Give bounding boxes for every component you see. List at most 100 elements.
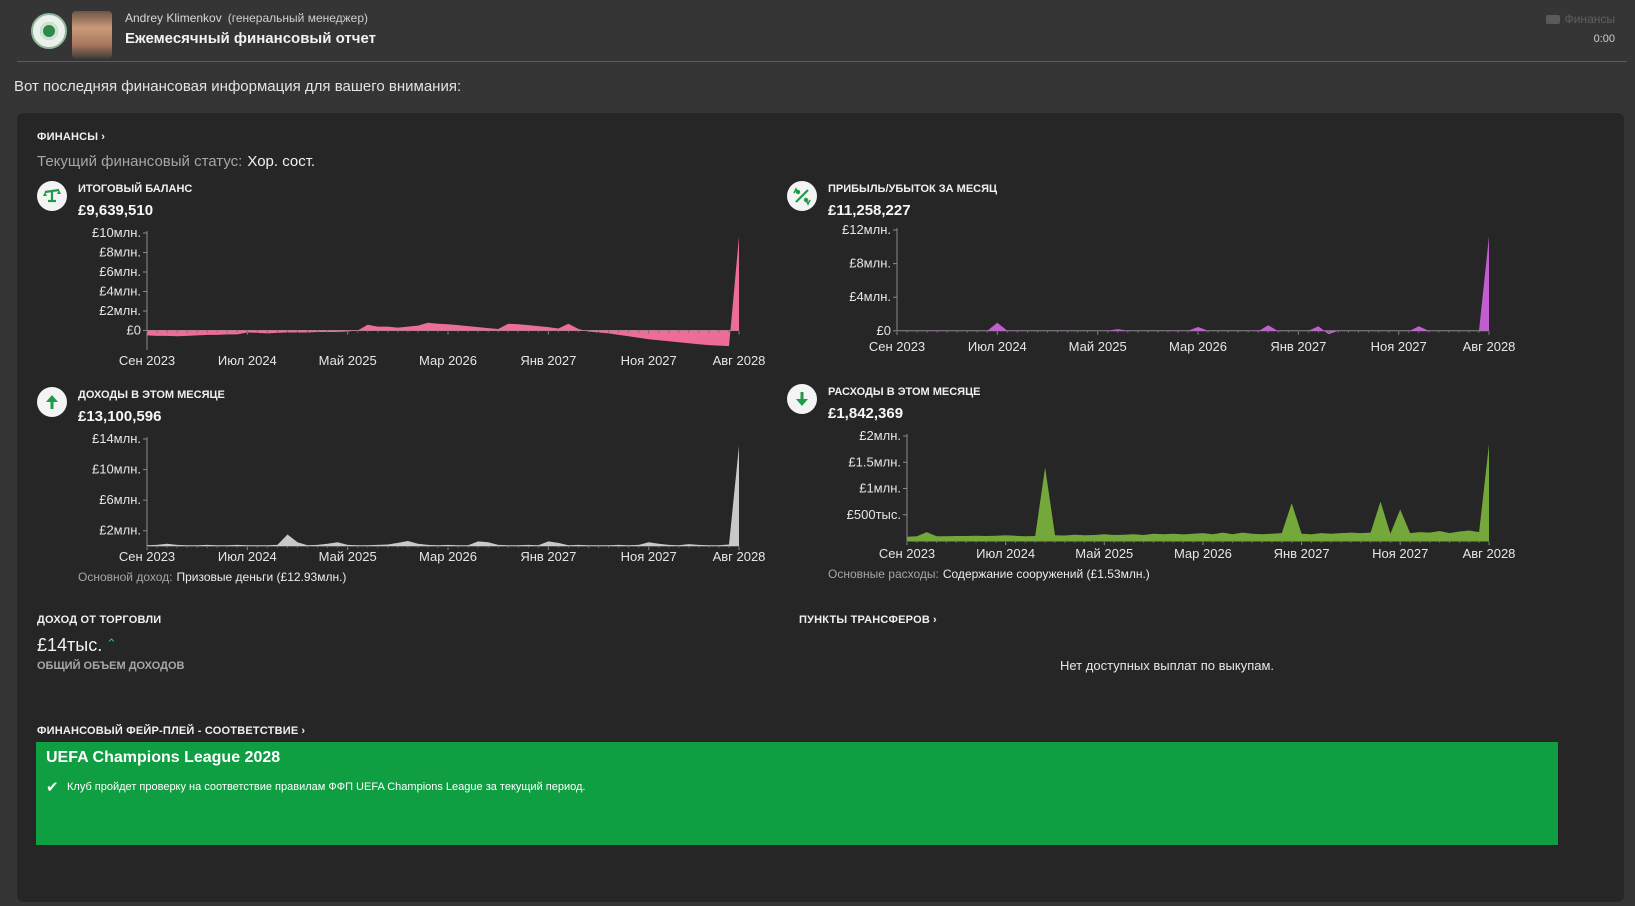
x-tick-label: Янв 2027 [1270,339,1326,354]
chevron-right-icon: › [101,131,106,143]
income-title: ДОХОДЫ В ЭТОМ МЕСЯЦЕ [78,389,225,401]
x-tick-label: Янв 2027 [1274,546,1330,561]
x-tick-label: Июл 2024 [218,353,277,368]
y-tick-label: £10млн. [92,462,141,477]
x-tick-label: Мар 2026 [1169,339,1227,354]
tag-icon [1545,15,1560,25]
x-tick-label: Ноя 2027 [621,549,677,564]
x-tick-label: Май 2025 [1069,339,1127,354]
x-tick-label: Янв 2027 [520,549,576,564]
x-tick-label: Июл 2024 [968,339,1027,354]
no-buyout-payments-text: Нет доступных выплат по выкупам. [1060,658,1275,673]
series-area [147,445,739,546]
series-area [907,444,1489,541]
financial-status-value: Хор. сост. [247,153,316,170]
x-tick-label: Май 2025 [319,353,377,368]
expenses-chart[interactable]: £2млн. £1.5млн. £1млн. £500тыс. Сен 2023 Июл … [787,428,1547,568]
x-tick-label: Мар 2026 [419,549,477,564]
x-tick-label: Авг 2028 [713,353,766,368]
x-tick-label: Май 2025 [319,549,377,564]
income-chart[interactable]: £14млн. £10млн. £6млн. £2млн. Сен 2023 Июл 20… [37,431,797,571]
finances-section-link[interactable]: ФИНАНСЫ › [37,131,105,143]
message-sender: Andrey Klimenkov (генеральный менеджер) [125,11,368,25]
ffp-status-box: UEFA Champions League 2028 ✔ Клуб пройде… [36,742,1558,845]
x-tick-label: Мар 2026 [419,353,477,368]
expenses-title: РАСХОДЫ В ЭТОМ МЕСЯЦЕ [828,386,981,398]
x-tick-label: Июл 2024 [976,546,1035,561]
profit-value: £11,258,227 [828,202,911,219]
intro-text: Вот последняя финансовая информация для … [14,78,462,95]
chevron-right-icon: › [932,614,937,626]
x-tick-label: Сен 2023 [119,353,175,368]
percent-arrows-icon [787,181,817,211]
ffp-compliance-title: ФИНАНСОВЫЙ ФЕЙР-ПЛЕЙ - СООТВЕТСТВИЕ [37,725,299,737]
sender-name[interactable]: Andrey Klimenkov [125,11,222,25]
y-tick-label: £0 [877,323,891,338]
y-tick-label: £2млн. [859,428,901,443]
x-tick-label: Авг 2028 [1463,339,1516,354]
x-tick-label: Мар 2026 [1174,546,1232,561]
checkmark-icon: ✔ [46,779,59,796]
transfer-items-link[interactable]: ПУНКТЫ ТРАНСФЕРОВ › [799,614,937,626]
x-tick-label: Ноя 2027 [1372,546,1428,561]
profit-title: ПРИБЫЛЬ/УБЫТОК ЗА МЕСЯЦ [828,183,998,195]
series-area [897,236,1489,335]
y-tick-label: £1.5млн. [848,454,901,469]
balance-scale-icon [37,181,67,211]
message-tag-label: Финансы [1564,12,1615,26]
y-tick-label: £2млн. [99,523,141,538]
y-tick-label: £500тыс. [847,507,901,522]
expenses-main-source: Основные расходы: Содержание сооружений (… [828,567,1150,581]
y-tick-label: £8млн. [849,256,891,271]
financial-status: Текущий финансовый статус: Хор. сост. [37,153,315,170]
message-header: Andrey Klimenkov (генеральный менеджер) Е… [0,0,1635,62]
y-tick-label: £14млн. [92,431,141,446]
arrow-up-icon [37,387,67,417]
x-tick-label: Янв 2027 [520,353,576,368]
financial-status-label: Текущий финансовый статус: [37,153,243,170]
arrow-down-icon [787,384,817,414]
y-tick-label: £4млн. [849,289,891,304]
message-tag: Финансы [1545,12,1615,26]
income-main-value: Призовые деньги (£12.93млн.) [176,570,347,584]
x-tick-label: Июл 2024 [218,549,277,564]
manager-avatar[interactable] [72,11,112,59]
x-tick-label: Май 2025 [1075,546,1133,561]
profit-chart[interactable]: £12млн. £8млн. £4млн. £0Сен 2023 Июл 2024 Май… [787,222,1547,365]
balance-value: £9,639,510 [78,202,154,219]
x-tick-label: Ноя 2027 [1371,339,1427,354]
income-main-label: Основной доход: [78,570,173,584]
x-tick-label: Авг 2028 [713,549,766,564]
x-tick-label: Сен 2023 [119,549,175,564]
series-area [147,236,739,347]
y-tick-label: £1млн. [859,481,901,496]
trade-up-icon: ⌃ [106,636,117,651]
x-tick-label: Сен 2023 [869,339,925,354]
expenses-value: £1,842,369 [828,405,904,422]
y-tick-label: £4млн. [99,284,141,299]
expenses-main-label: Основные расходы: [828,567,939,581]
balance-chart[interactable]: £10млн. £8млн. £6млн. £4млн. £2млн. £0 Сен 202… [37,225,797,385]
y-tick-label: £12млн. [842,222,891,237]
chevron-right-icon: › [301,725,306,737]
header-divider [17,61,1627,62]
y-tick-label: £8млн. [99,245,141,260]
y-tick-label: £6млн. [99,492,141,507]
balance-title: ИТОГОВЫЙ БАЛАНС [78,183,193,195]
message-subject: Ежемесячный финансовый отчет [125,30,376,47]
income-main-source: Основной доход: Призовые деньги (£12.93мл… [78,570,346,584]
trade-income-title: ДОХОД ОТ ТОРГОВЛИ [37,614,162,626]
y-tick-label: £2млн. [99,303,141,318]
ffp-competition: UEFA Champions League 2028 [46,749,281,766]
message-time: 0:00 [1593,33,1615,45]
trade-income-caption: ОБЩИЙ ОБЪЕМ ДОХОДОВ [37,660,185,672]
x-tick-label: Авг 2028 [1463,546,1516,561]
ffp-compliance-link[interactable]: ФИНАНСОВЫЙ ФЕЙР-ПЛЕЙ - СООТВЕТСТВИЕ › [37,725,305,737]
club-badge-icon[interactable] [31,13,67,49]
y-tick-label: £6млн. [99,264,141,279]
income-value: £13,100,596 [78,408,162,425]
sender-role: (генеральный менеджер) [227,11,369,25]
x-tick-label: Ноя 2027 [621,353,677,368]
transfer-items-title: ПУНКТЫ ТРАНСФЕРОВ [799,614,930,626]
finances-section-title: ФИНАНСЫ [37,131,99,143]
